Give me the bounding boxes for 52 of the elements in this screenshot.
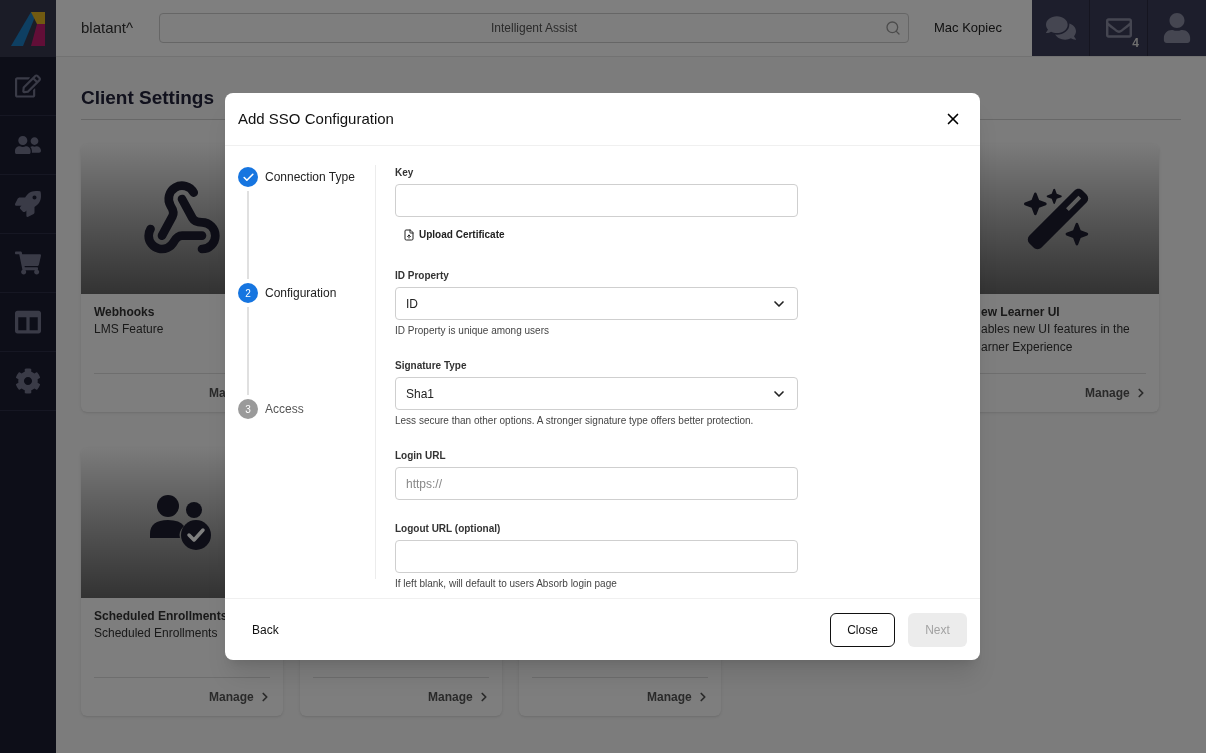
file-upload-icon <box>403 228 415 241</box>
card-title: Scheduled Enrollments <box>94 607 228 624</box>
card-title: Webhooks <box>94 303 155 320</box>
helper-text: ID Property is unique among users <box>395 325 550 337</box>
field-label: Key <box>395 167 415 179</box>
page-title: Client Settings <box>81 86 215 110</box>
manage-link[interactable]: Manage <box>428 687 491 706</box>
step-label: Access <box>265 401 304 418</box>
step-number: 2 <box>238 283 258 303</box>
manage-link[interactable]: Manage <box>647 687 710 706</box>
field-label: Login URL <box>395 450 447 462</box>
user-icon <box>1162 13 1192 43</box>
helper-text: If left blank, will default to users Absorb login page <box>395 578 618 590</box>
field-label: Logout URL (optional) <box>395 523 502 535</box>
manage-link[interactable]: Manage <box>1085 383 1148 402</box>
dialog-title: Add SSO Configuration <box>238 108 394 129</box>
users-check-icon <box>150 493 214 552</box>
user-name: Mac Kopiec <box>934 19 1002 38</box>
step-label: Connection Type <box>265 169 355 186</box>
card-title: ew Learner UI <box>981 303 1060 320</box>
card-description: ables new UI features in the <box>981 320 1130 338</box>
helper-text: Less secure than other options. A stronger signature type offers better protection. <box>395 415 755 427</box>
brand-name: blatant^ <box>81 17 135 38</box>
field-label: ID Property <box>395 270 450 282</box>
edit-icon <box>15 73 41 99</box>
card-description: Scheduled Enrollments <box>94 624 218 642</box>
settings-icon <box>15 368 41 394</box>
logo-icon <box>11 11 45 46</box>
back-button[interactable]: Back <box>252 620 279 639</box>
card-description: LMS Feature <box>94 320 164 338</box>
columns-icon <box>15 309 41 335</box>
input-field[interactable]: https:// <box>395 467 798 500</box>
upload-certificate-button[interactable]: Upload Certificate <box>403 227 505 242</box>
chat-icon <box>1045 13 1076 43</box>
field-label: Signature Type <box>395 360 468 372</box>
mail-count: 4 <box>1132 35 1139 52</box>
manage-link[interactable]: Manage <box>209 687 272 706</box>
select-field[interactable]: Sha1 <box>395 377 798 410</box>
card-description: arner Experience <box>981 338 1073 356</box>
step-number: 3 <box>238 399 258 419</box>
rocket-icon <box>15 191 41 217</box>
input-field[interactable] <box>395 540 798 573</box>
close-dialog-button[interactable]: Close <box>830 612 895 647</box>
step-label: Configuration <box>265 285 337 302</box>
input-field[interactable] <box>395 184 798 217</box>
mail-icon <box>1105 15 1132 41</box>
manage-link[interactable]: Ma <box>209 383 226 402</box>
search-field[interactable]: Intelligent Assist <box>159 13 909 43</box>
search-icon <box>885 20 901 36</box>
cart-icon <box>15 250 41 276</box>
step-done-icon <box>238 167 258 187</box>
select-field[interactable]: ID <box>395 287 798 320</box>
